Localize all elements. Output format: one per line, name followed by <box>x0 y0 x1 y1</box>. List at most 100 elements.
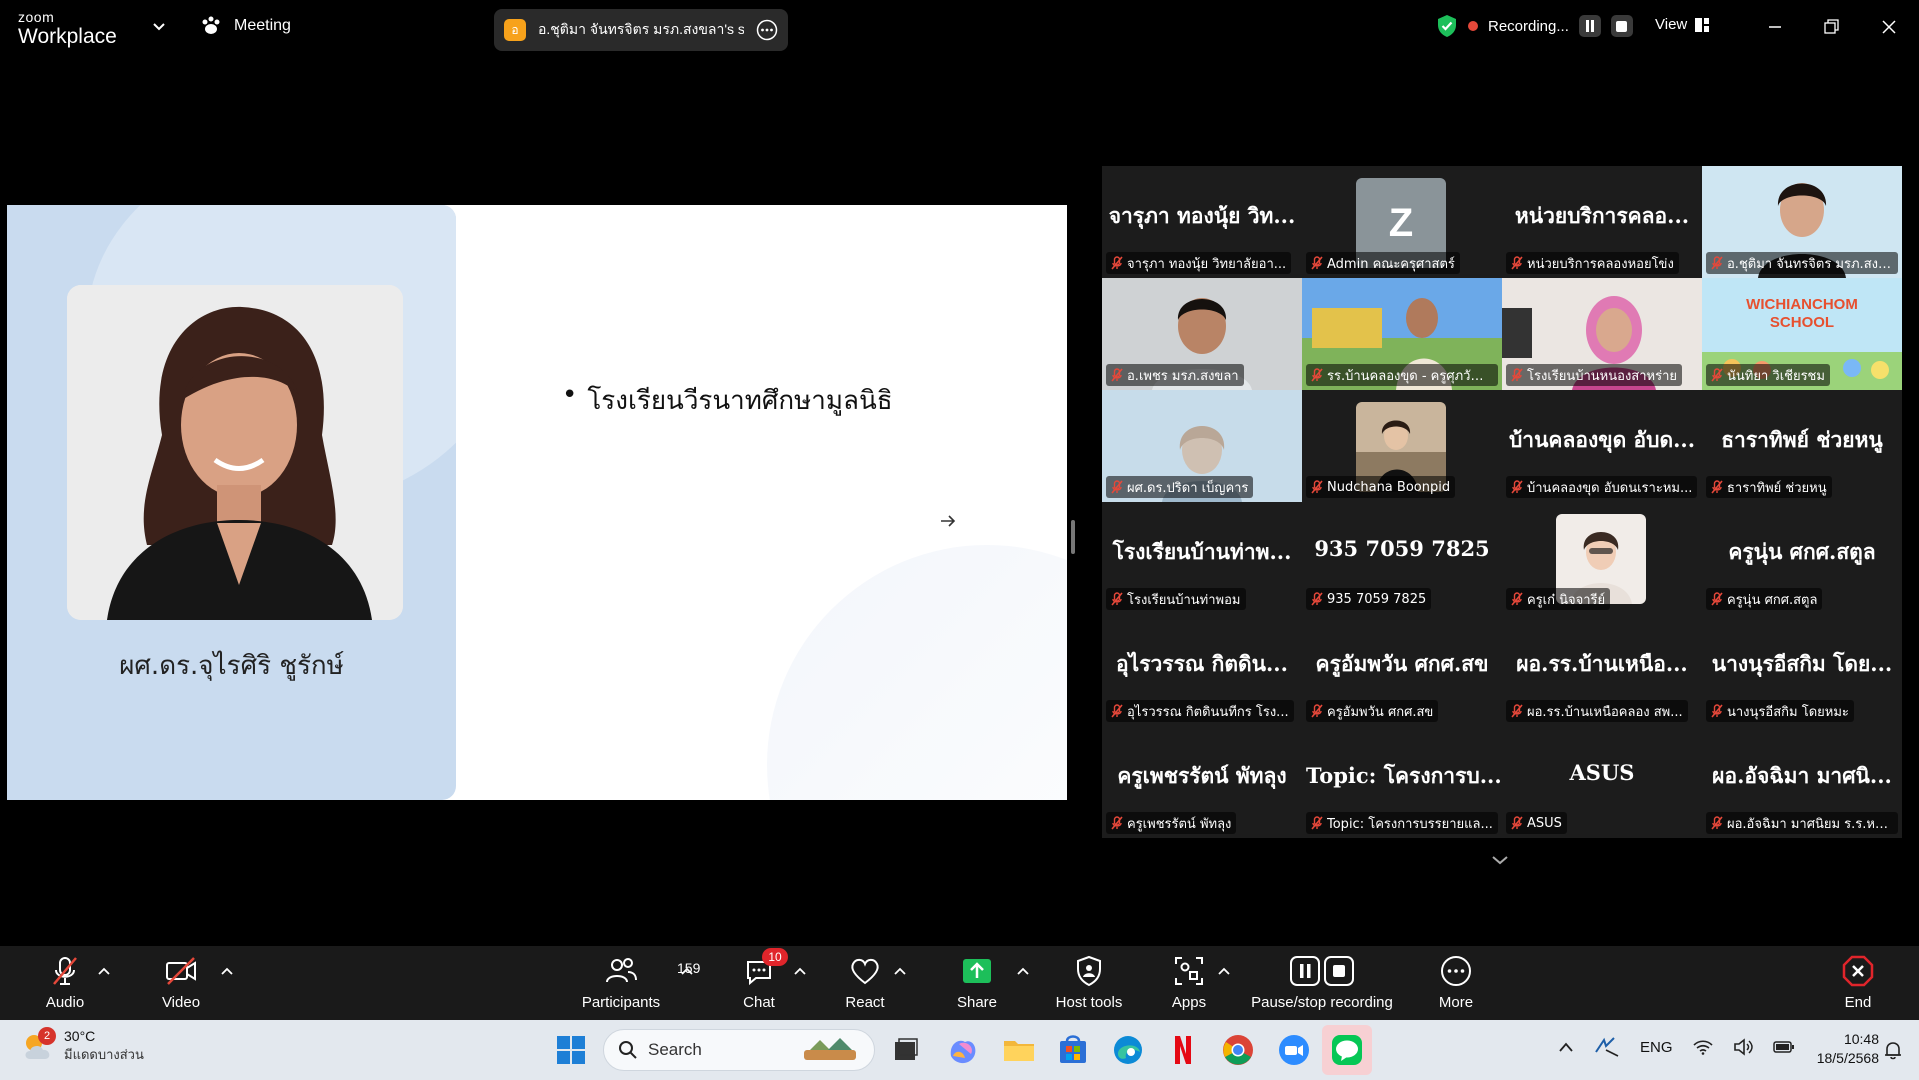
participant-tile[interactable]: อ.เพชร มรภ.สงขลา <box>1102 278 1302 390</box>
pause-recording-button[interactable] <box>1578 15 1601 37</box>
end-button[interactable]: End <box>1803 954 1913 1011</box>
windows-start-icon[interactable] <box>553 1032 589 1068</box>
participant-tile[interactable]: นางนุรอีสกิม โดย... นางนุรอีสกิม โดยหมะ <box>1702 614 1902 726</box>
participant-display-name: อุไรวรรณ กิตดิน... <box>1116 651 1288 676</box>
zoom-app-icon[interactable] <box>1276 1032 1312 1068</box>
speaker-icon[interactable] <box>1733 1038 1753 1056</box>
participant-tile[interactable]: จารุภา ทองนุ้ย วิท... จารุภา ทองนุ้ย วิทย… <box>1102 166 1302 278</box>
participant-name: นันทิยา วิเชียรชม <box>1727 368 1825 384</box>
clock-time: 10:48 <box>1843 1031 1879 1047</box>
participant-display-name: บ้านคลองขุด อับด... <box>1508 427 1696 452</box>
stop-icon <box>1616 20 1628 32</box>
participant-tile[interactable]: 935 7059 7825 935 7059 7825 <box>1302 502 1502 614</box>
taskbar-search[interactable]: Search <box>603 1029 875 1071</box>
apps-button[interactable]: Apps <box>1134 954 1244 1011</box>
participant-display-name: จารุภา ทองนุ้ย วิท... <box>1108 203 1296 228</box>
share-button[interactable]: Share <box>922 954 1032 1011</box>
participant-tile[interactable]: โรงเรียนบ้านหนองสาหร่าย <box>1502 278 1702 390</box>
audio-button[interactable]: Audio <box>10 954 120 1011</box>
host-tools-button[interactable]: Host tools <box>1034 954 1144 1011</box>
chevron-down-icon[interactable] <box>150 18 168 36</box>
chat-options-icon[interactable] <box>793 966 807 976</box>
participant-tile[interactable]: ธาราทิพย์ ช่วยหนู ธาราทิพย์ ช่วยหนู <box>1702 390 1902 502</box>
participant-tile[interactable]: ผศ.ดร.ปริดา เบ็ญคาร <box>1102 390 1302 502</box>
bullet-dot-icon: • <box>562 380 578 410</box>
participant-tile[interactable]: รร.บ้านคลองขุด - ครูศุภวัฒ... <box>1302 278 1502 390</box>
weather-widget[interactable]: 2 30°C มีแดดบางส่วน <box>20 1026 144 1065</box>
host-tools-label: Host tools <box>1055 994 1123 1011</box>
language-indicator[interactable]: ENG <box>1640 1039 1673 1056</box>
chevron-down-icon[interactable] <box>1488 848 1512 872</box>
pause-stop-recording-button[interactable]: Pause/stop recording <box>1237 954 1407 1011</box>
participant-tile[interactable]: ASUS ASUS <box>1502 726 1702 838</box>
wifi-icon[interactable] <box>1692 1039 1713 1055</box>
input-indicator-icon[interactable] <box>1594 1036 1620 1058</box>
more-button[interactable]: More <box>1401 954 1511 1011</box>
file-explorer-icon[interactable] <box>1001 1032 1037 1068</box>
restore-icon[interactable] <box>1818 14 1844 40</box>
notification-bell-icon[interactable] <box>1884 1040 1902 1060</box>
chrome-icon[interactable] <box>1220 1032 1256 1068</box>
panel-splitter[interactable] <box>1071 520 1075 554</box>
netflix-icon[interactable] <box>1165 1032 1201 1068</box>
participant-tile[interactable]: WICHIANCHOM SCHOOL นันทิยา วิเชียรชม <box>1702 278 1902 390</box>
mic-muted-icon <box>1711 368 1723 382</box>
participant-tile[interactable]: ครูนุ่น ศกศ.สตูล ครูนุ่น ศกศ.สตูล <box>1702 502 1902 614</box>
mic-muted-icon <box>1511 704 1523 718</box>
participant-tile[interactable]: อุไรวรรณ กิตดิน... อุไรวรรณ กิตดินนทีกร โ… <box>1102 614 1302 726</box>
participant-tile[interactable]: ผอ.อัจฉิมา มาศนิ... ผอ.อัจฉิมา มาศนิยม ร.… <box>1702 726 1902 838</box>
chat-label: Chat <box>743 994 775 1011</box>
participant-tile[interactable]: บ้านคลองขุด อับด... บ้านคลองขุด อับดนเราะ… <box>1502 390 1702 502</box>
logo-line1: zoom <box>18 9 55 25</box>
meeting-menu[interactable]: Meeting <box>200 16 291 36</box>
participant-tile[interactable]: ครูเก๋ นิจจารีย์ <box>1502 502 1702 614</box>
participant-tile[interactable]: อ.ชุติมา จันทรจิตร มรภ.สงขลา <box>1702 166 1902 278</box>
view-button[interactable]: View <box>1655 16 1710 33</box>
participants-label: Participants <box>581 994 661 1011</box>
audio-options-icon[interactable] <box>97 966 111 976</box>
participant-name: อ.ชุติมา จันทรจิตร มรภ.สงขลา <box>1727 256 1893 272</box>
recording-label: Recording... <box>1488 17 1569 35</box>
participant-tile[interactable]: ครูอัมพวัน ศกศ.สข ครูอัมพวัน ศกศ.สข <box>1302 614 1502 726</box>
participant-tile[interactable]: Nudchana Boonpid <box>1302 390 1502 502</box>
chevron-up-icon[interactable] <box>1558 1041 1574 1053</box>
chat-button[interactable]: 10 Chat <box>704 948 814 1011</box>
microsoft-store-icon[interactable] <box>1055 1032 1091 1068</box>
task-view-icon[interactable] <box>888 1032 924 1068</box>
mic-muted-icon <box>1711 592 1723 606</box>
participant-name: ครูเพชรรัตน์ พัทลุง <box>1127 816 1232 832</box>
participant-tile[interactable]: ครูเพชรรัตน์ พัทลุง ครูเพชรรัตน์ พัทลุง <box>1102 726 1302 838</box>
copilot-icon[interactable] <box>945 1032 981 1068</box>
participants-options-icon[interactable] <box>680 966 694 976</box>
system-clock[interactable]: 10:48 18/5/2568 <box>1789 1030 1879 1068</box>
participant-name: ASUS <box>1527 815 1562 831</box>
react-button[interactable]: React <box>810 954 920 1011</box>
react-options-icon[interactable] <box>893 966 907 976</box>
close-icon[interactable] <box>1876 14 1902 40</box>
participant-name-tag: จารุภา ทองนุ้ย วิทยาลัยอา... <box>1106 252 1292 274</box>
mic-muted-icon <box>1711 704 1723 718</box>
share-options-icon[interactable] <box>1016 966 1030 976</box>
video-options-icon[interactable] <box>220 966 234 976</box>
participant-tile[interactable]: Z Admin คณะครุศาสตร์ <box>1302 166 1502 278</box>
participant-tile[interactable]: โรงเรียนบ้านท่าพ... โรงเรียนบ้านท่าพอม <box>1102 502 1302 614</box>
line-app-icon[interactable] <box>1329 1032 1365 1068</box>
minimize-icon[interactable] <box>1762 14 1788 40</box>
pause-stop-label: Pause/stop recording <box>1251 994 1393 1011</box>
participant-tile[interactable]: ผอ.รร.บ้านเหนือ... ผอ.รร.บ้านเหนือคลอง สพ… <box>1502 614 1702 726</box>
more-options-icon[interactable] <box>756 19 778 41</box>
shield-check-icon[interactable] <box>1436 14 1458 38</box>
stop-recording-button[interactable] <box>1610 15 1633 37</box>
participant-name-tag: ธาราทิพย์ ช่วยหนู <box>1706 476 1832 498</box>
participant-tile[interactable]: หน่วยบริการคลอ... หน่วยบริการคลองหอยโข่ง <box>1502 166 1702 278</box>
screen-share-indicator[interactable]: อ อ.ชุติมา จันทรจิตร มรภ.สงขลา's scree <box>494 9 788 51</box>
mic-muted-icon <box>1311 368 1323 382</box>
edge-browser-icon[interactable] <box>1110 1032 1146 1068</box>
participants-button[interactable]: 159 Participants <box>566 954 700 1011</box>
video-button[interactable]: Video <box>126 954 236 1011</box>
heart-icon <box>851 958 879 985</box>
search-placeholder: Search <box>648 1040 702 1059</box>
apps-options-icon[interactable] <box>1217 966 1231 976</box>
mic-muted-icon <box>1311 704 1323 718</box>
participant-tile[interactable]: Topic: โครงการบ... Topic: โครงการบรรยายแล… <box>1302 726 1502 838</box>
